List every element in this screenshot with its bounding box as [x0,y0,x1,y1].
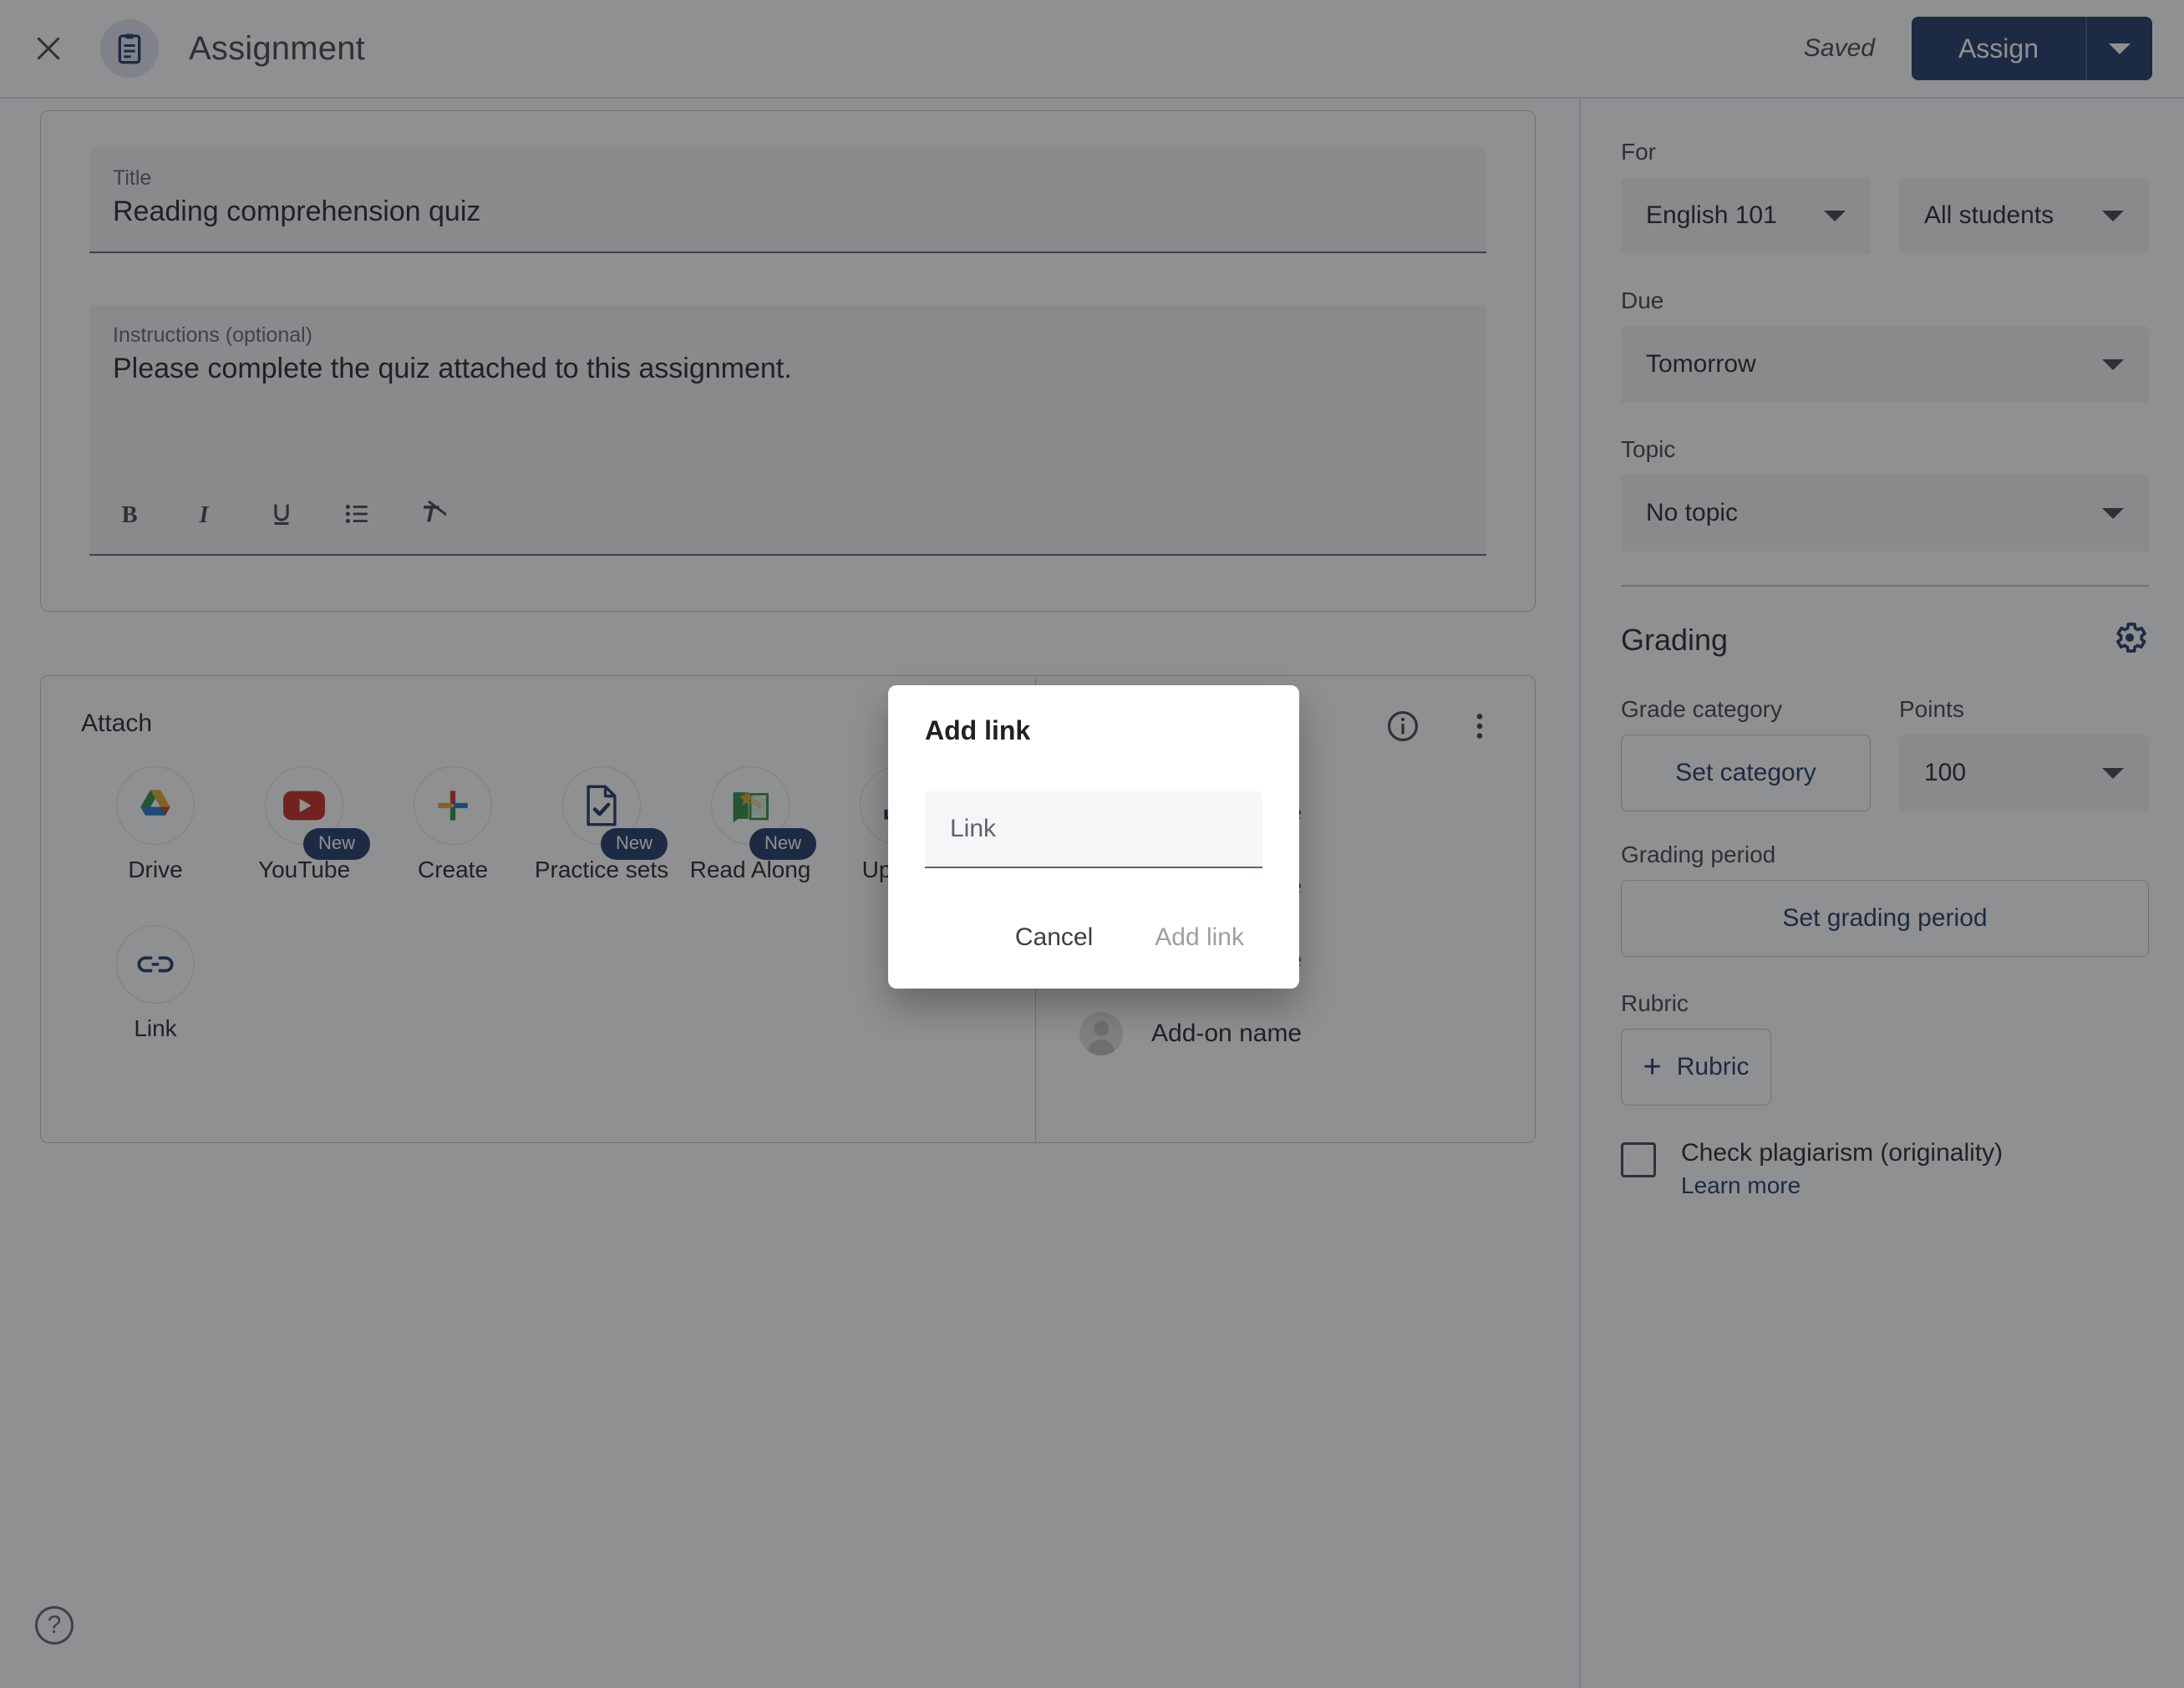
link-input-placeholder: Link [950,815,997,842]
dialog-actions: Cancel Add link [997,912,1262,963]
add-link-submit-button[interactable]: Add link [1136,912,1262,963]
add-link-dialog: Add link Link Cancel Add link [888,685,1299,989]
dialog-title: Add link [925,715,1031,745]
cancel-button[interactable]: Cancel [997,912,1111,963]
link-input[interactable]: Link [925,791,1262,868]
